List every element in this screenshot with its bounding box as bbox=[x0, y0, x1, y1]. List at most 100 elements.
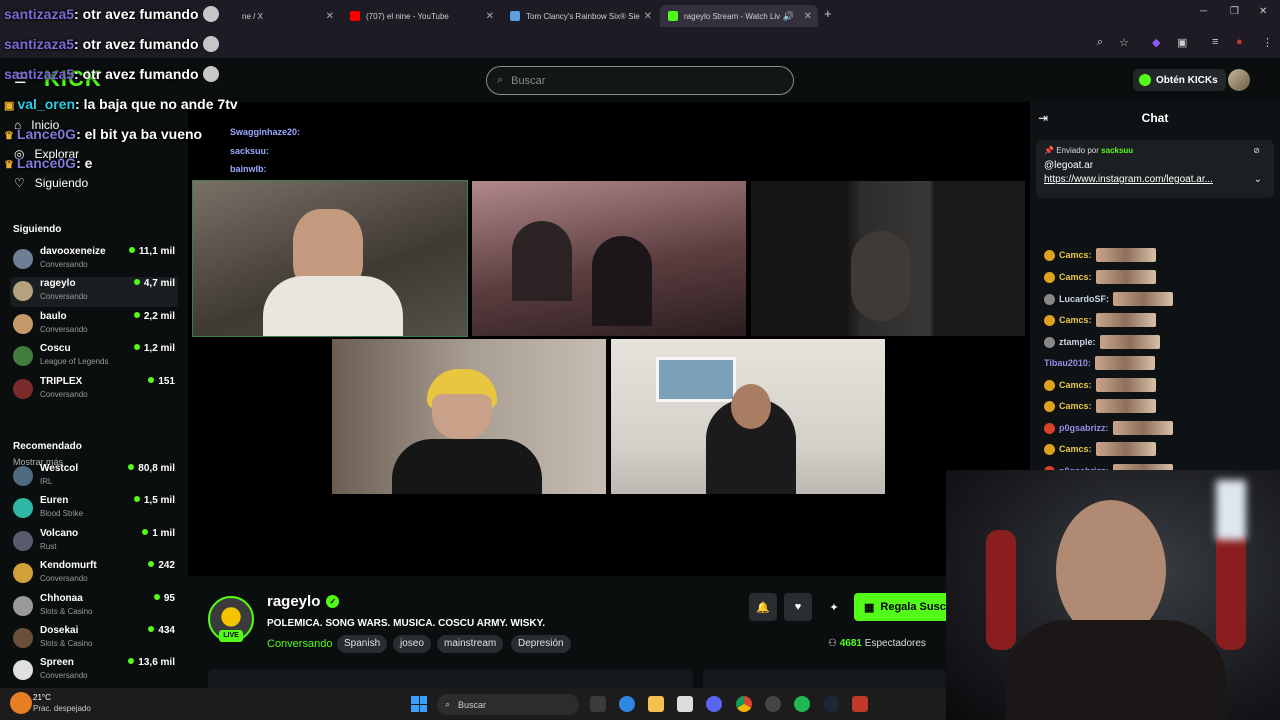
chat-title: Chat bbox=[1141, 111, 1169, 125]
video-player[interactable] bbox=[188, 102, 1030, 576]
close-tab-icon[interactable]: ✕ bbox=[326, 11, 334, 22]
unpin-icon[interactable]: ⊘ bbox=[1253, 146, 1260, 155]
chat-username[interactable]: ztample: bbox=[1059, 337, 1096, 347]
browser-menu-icon[interactable]: ⋮ bbox=[1262, 36, 1273, 49]
stream-category-link[interactable]: Conversando bbox=[267, 638, 332, 650]
channel-item[interactable]: rageylo Conversando 4,7 mil bbox=[10, 277, 178, 308]
crown-icon: ♛ bbox=[4, 130, 17, 142]
chat-message[interactable]: Camcs: bbox=[1044, 313, 1156, 327]
chat-message[interactable]: Camcs: bbox=[1044, 248, 1156, 262]
channel-item[interactable]: Kendomurft Conversando 242 bbox=[10, 559, 178, 589]
tag-mainstream[interactable]: mainstream bbox=[437, 635, 504, 653]
extension-icon[interactable]: ◆ bbox=[1152, 36, 1160, 49]
chat-message[interactable]: Camcs: bbox=[1044, 270, 1156, 284]
channel-item[interactable]: Coscu League of Legends 1,2 mil bbox=[10, 342, 178, 372]
chat-message[interactable]: Tibau2010: bbox=[1044, 356, 1155, 370]
channel-item[interactable]: Volcano Rust 1 mil bbox=[10, 527, 178, 557]
heart-icon: ♥ bbox=[794, 601, 802, 613]
chat-username[interactable]: LucardoSF: bbox=[1059, 294, 1109, 304]
channel-item[interactable]: Chhonaa Slots & Casino 95 bbox=[10, 592, 178, 622]
speaker-icon[interactable]: 🔊 bbox=[783, 11, 794, 22]
overlay-username: santizaza5 bbox=[4, 36, 75, 52]
chat-username[interactable]: Camcs: bbox=[1059, 272, 1092, 282]
weather-desc: Prac. despejado bbox=[33, 704, 91, 713]
chat-username[interactable]: p0gsabrizz: bbox=[1059, 423, 1109, 433]
pinned-message[interactable]: 📌 Enviado por sacksuu ⊘ @legoat.ar https… bbox=[1036, 140, 1274, 198]
notifications-button[interactable]: 🔔 bbox=[749, 593, 777, 621]
chat-message[interactable]: Camcs: bbox=[1044, 378, 1156, 392]
chat-username[interactable]: Camcs: bbox=[1059, 401, 1092, 411]
overlay-small-line: sacksuu: bbox=[230, 146, 270, 156]
emote-image bbox=[1095, 399, 1156, 413]
profile-icon[interactable]: ● bbox=[1236, 36, 1243, 48]
windows-start-icon[interactable] bbox=[411, 696, 427, 712]
store-icon[interactable] bbox=[677, 696, 693, 712]
video-cam-2 bbox=[472, 181, 746, 336]
streamer-name[interactable]: rageylo ✓ bbox=[267, 593, 340, 610]
weather-icon[interactable] bbox=[10, 692, 32, 714]
steam-icon[interactable] bbox=[823, 696, 839, 712]
gift-sub-button[interactable]: ▦ Regala Susc bbox=[854, 593, 946, 621]
channel-item[interactable]: TRIPLEX Conversando 151 bbox=[10, 375, 178, 405]
taskbar-search[interactable]: ⌕ Buscar bbox=[437, 694, 579, 715]
pinned-link[interactable]: https://www.instagram.com/legoat.ar... bbox=[1044, 173, 1266, 187]
about-card bbox=[208, 669, 693, 688]
tag-joseo[interactable]: joseo bbox=[393, 635, 431, 653]
chat-message[interactable]: Camcs: bbox=[1044, 399, 1156, 413]
close-window-button[interactable]: ✕ bbox=[1259, 6, 1267, 17]
chat-username[interactable]: Camcs: bbox=[1059, 250, 1092, 260]
bookmark-star-icon[interactable]: ☆ bbox=[1119, 36, 1129, 49]
app-red-icon[interactable] bbox=[852, 696, 868, 712]
people-icon: ⚇ bbox=[828, 638, 837, 649]
file-explorer-icon[interactable] bbox=[648, 696, 664, 712]
tag-depresion[interactable]: Depresión bbox=[511, 635, 571, 653]
channel-item[interactable]: davooxeneize Conversando 11,1 mil bbox=[10, 245, 178, 275]
zoom-icon[interactable]: ⌕ bbox=[1097, 36, 1103, 49]
pinned-by-label: Enviado por bbox=[1056, 146, 1099, 155]
chat-message[interactable]: ztample: bbox=[1044, 335, 1160, 349]
kick-icon bbox=[668, 11, 678, 21]
edge-icon[interactable] bbox=[619, 696, 635, 712]
user-avatar[interactable] bbox=[1228, 69, 1250, 91]
app-icon[interactable] bbox=[765, 696, 781, 712]
new-tab-button[interactable]: + bbox=[824, 6, 832, 21]
follow-button[interactable]: ♥ bbox=[784, 593, 812, 621]
channel-item[interactable]: Euren Blood Strike 1,5 mil bbox=[10, 494, 178, 524]
sidebar-item-siguiendo[interactable]: ♡ Siguiendo bbox=[14, 176, 88, 190]
close-tab-icon[interactable]: ✕ bbox=[486, 11, 494, 22]
channel-item[interactable]: Westcol IRL 80,8 mil bbox=[10, 462, 178, 492]
chat-message[interactable]: p0gsabrizz: bbox=[1044, 421, 1173, 435]
pinned-by-user[interactable]: sacksuu bbox=[1101, 146, 1133, 155]
chrome-icon[interactable] bbox=[736, 696, 752, 712]
reading-list-icon[interactable]: ≡ bbox=[1212, 36, 1218, 48]
chat-username[interactable]: Camcs: bbox=[1059, 315, 1092, 325]
channel-item[interactable]: Dosekai Slots & Casino 434 bbox=[10, 624, 178, 654]
close-tab-icon[interactable]: ✕ bbox=[644, 11, 652, 22]
chat-message[interactable]: LucardoSF: bbox=[1044, 292, 1174, 306]
sub-badge-icon: ▣ bbox=[4, 100, 18, 112]
search-placeholder: Buscar bbox=[511, 74, 546, 87]
chevron-down-icon[interactable]: ⌄ bbox=[1254, 174, 1262, 185]
discord-icon[interactable] bbox=[706, 696, 722, 712]
chat-username[interactable]: Camcs: bbox=[1059, 380, 1092, 390]
chat-message[interactable]: Camcs: bbox=[1044, 442, 1156, 456]
task-view-icon[interactable] bbox=[590, 696, 606, 712]
browser-tab-kick[interactable]: rageylo Stream - Watch Liv 🔊 ✕ bbox=[660, 5, 818, 27]
recommended-heading: Recomendado bbox=[13, 441, 82, 452]
maximize-button[interactable]: ❐ bbox=[1230, 6, 1239, 17]
extensions-puzzle-icon[interactable]: ▣ bbox=[1177, 36, 1187, 49]
get-kicks-button[interactable]: Obtén KICKs bbox=[1133, 69, 1226, 91]
sparkle-button[interactable]: ✦ bbox=[820, 593, 848, 621]
search-input[interactable]: ⌕ Buscar bbox=[486, 66, 794, 95]
close-tab-icon[interactable]: ✕ bbox=[804, 11, 812, 22]
channel-item[interactable]: baulo Conversando 2,2 mil bbox=[10, 310, 178, 340]
chat-username[interactable]: Camcs: bbox=[1059, 444, 1092, 454]
browser-tab-youtube[interactable]: (707) el nine - YouTube ✕ bbox=[342, 5, 500, 27]
minimize-button[interactable]: ─ bbox=[1200, 6, 1207, 17]
browser-tab-rainbow[interactable]: Tom Clancy's Rainbow Six® Sie ✕ bbox=[502, 5, 658, 27]
channel-item[interactable]: Spreen Conversando 13,6 mil bbox=[10, 656, 178, 686]
emote-image bbox=[1099, 335, 1160, 349]
tag-spanish[interactable]: Spanish bbox=[337, 635, 388, 653]
spotify-icon[interactable] bbox=[794, 696, 810, 712]
chat-username[interactable]: Tibau2010: bbox=[1044, 358, 1091, 368]
